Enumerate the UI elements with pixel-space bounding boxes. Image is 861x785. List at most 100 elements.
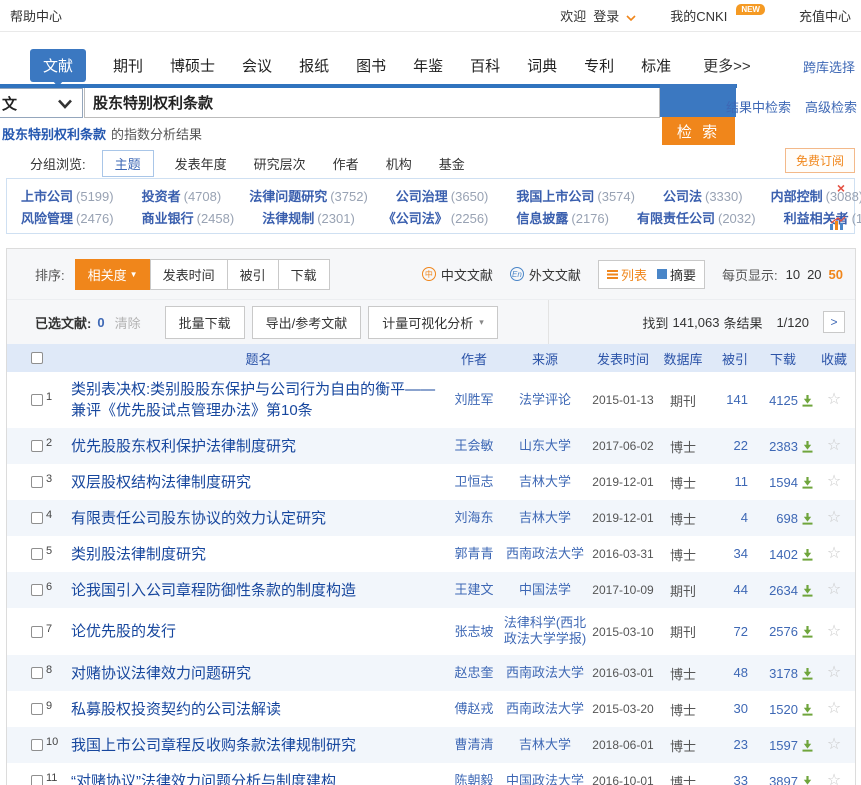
cited-count-link[interactable]: 22 <box>734 438 748 453</box>
recharge-center-link[interactable]: 充值中心 <box>799 6 851 25</box>
author-link[interactable]: 傅赵戎 <box>454 701 493 717</box>
source-link[interactable]: 西南政法大学 <box>506 665 584 681</box>
nav-tab[interactable]: 专利 <box>584 55 614 76</box>
source-link[interactable]: 山东大学 <box>519 438 571 454</box>
row-checkbox[interactable] <box>31 476 43 488</box>
author-link[interactable]: 刘海东 <box>454 510 493 526</box>
download-count-link[interactable]: 698 <box>776 511 798 526</box>
topic-tag-link[interactable]: 内部控制 <box>771 189 823 204</box>
search-button[interactable]: 检 索 <box>662 117 735 145</box>
nav-tab[interactable]: 报纸 <box>299 55 329 76</box>
row-checkbox[interactable] <box>31 512 43 524</box>
clear-selection-link[interactable]: 清除 <box>115 313 141 332</box>
nav-tab[interactable]: 会议 <box>242 55 272 76</box>
favorite-star-icon[interactable]: ☆ <box>827 736 841 753</box>
abstract-view-button[interactable]: 摘要 <box>657 265 696 284</box>
per-page-option[interactable]: 50 <box>829 267 843 282</box>
author-link[interactable]: 王会敏 <box>454 438 493 454</box>
cited-count-link[interactable]: 23 <box>734 737 748 752</box>
row-checkbox[interactable] <box>31 739 43 751</box>
cited-count-link[interactable]: 141 <box>726 392 748 407</box>
download-icon[interactable] <box>801 667 814 680</box>
result-title-link[interactable]: 私募股权投资契约的公司法解读 <box>71 699 281 720</box>
author-link[interactable]: 陈朝毅 <box>454 773 493 785</box>
source-link[interactable]: 西南政法大学 <box>506 546 584 562</box>
per-page-option[interactable]: 20 <box>807 267 821 282</box>
source-link[interactable]: 法学评论 <box>519 392 571 408</box>
author-link[interactable]: 卫恒志 <box>454 474 493 490</box>
sort-button[interactable]: 被引▼ <box>227 259 279 290</box>
author-link[interactable]: 刘胜军 <box>454 392 493 408</box>
search-field-selector[interactable]: 文 <box>0 88 83 118</box>
favorite-star-icon[interactable]: ☆ <box>827 772 841 785</box>
topic-tag-link[interactable]: 法律规制 <box>262 211 314 226</box>
nav-tab[interactable]: 博硕士 <box>170 55 215 76</box>
topic-tag-link[interactable]: 风险管理 <box>21 211 73 226</box>
favorite-star-icon[interactable]: ☆ <box>827 700 841 717</box>
download-icon[interactable] <box>801 512 814 525</box>
group-browse-item[interactable]: 发表年度 <box>175 154 227 173</box>
download-count-link[interactable]: 2634 <box>769 583 798 598</box>
source-link[interactable]: 中国法学 <box>519 582 571 598</box>
cited-count-link[interactable]: 48 <box>734 665 748 680</box>
source-link[interactable]: 吉林大学 <box>519 510 571 526</box>
row-checkbox[interactable] <box>31 703 43 715</box>
favorite-star-icon[interactable]: ☆ <box>827 545 841 562</box>
free-subscribe-button[interactable]: 免费订阅 <box>785 148 855 173</box>
row-checkbox[interactable] <box>31 440 43 452</box>
nav-tab[interactable]: 词典 <box>527 55 557 76</box>
login-link[interactable]: 登录 <box>593 6 619 25</box>
favorite-star-icon[interactable]: ☆ <box>827 664 841 681</box>
source-link[interactable]: 吉林大学 <box>519 737 571 753</box>
download-count-link[interactable]: 3897 <box>769 774 798 785</box>
cited-count-link[interactable]: 4 <box>741 510 748 525</box>
source-link[interactable]: 中国政法大学 <box>506 773 584 785</box>
search-input[interactable] <box>84 88 660 118</box>
advanced-search-link[interactable]: 高级检索 <box>805 97 857 116</box>
download-count-link[interactable]: 1597 <box>769 738 798 753</box>
download-count-link[interactable]: 2576 <box>769 624 798 639</box>
source-link[interactable]: 吉林大学 <box>519 474 571 490</box>
download-count-link[interactable]: 2383 <box>769 439 798 454</box>
batch-download-button[interactable]: 批量下载 <box>165 306 245 339</box>
cited-count-link[interactable]: 44 <box>734 582 748 597</box>
result-title-link[interactable]: 类别表决权:类别股股东保护与公司行为自由的衡平——兼评《优先股试点管理办法》第1… <box>71 379 446 421</box>
topic-tag-link[interactable]: 信息披露 <box>516 211 568 226</box>
row-checkbox[interactable] <box>31 626 43 638</box>
trend-chart-icon[interactable] <box>829 216 846 230</box>
download-count-link[interactable]: 3178 <box>769 666 798 681</box>
nav-tab[interactable]: 期刊 <box>113 55 143 76</box>
author-link[interactable]: 张志坡 <box>454 624 493 640</box>
author-link[interactable]: 曹清清 <box>454 737 493 753</box>
topic-tag-link[interactable]: 上市公司 <box>21 189 73 204</box>
row-checkbox[interactable] <box>31 667 43 679</box>
download-icon[interactable] <box>801 775 814 785</box>
download-icon[interactable] <box>801 739 814 752</box>
more-databases-link[interactable]: 更多>> <box>703 55 751 76</box>
result-title-link[interactable]: 论优先股的发行 <box>71 621 176 642</box>
result-title-link[interactable]: “对赌协议”法律效力问题分析与制度建构 <box>71 771 336 785</box>
favorite-star-icon[interactable]: ☆ <box>827 623 841 640</box>
favorite-star-icon[interactable]: ☆ <box>827 437 841 454</box>
next-page-button[interactable]: > <box>823 311 845 333</box>
result-title-link[interactable]: 对赌协议法律效力问题研究 <box>71 663 251 684</box>
download-count-link[interactable]: 1594 <box>769 475 798 490</box>
row-checkbox[interactable] <box>31 584 43 596</box>
cited-count-link[interactable]: 33 <box>734 773 748 785</box>
favorite-star-icon[interactable]: ☆ <box>827 391 841 408</box>
group-browse-item[interactable]: 基金 <box>439 154 465 173</box>
topic-tag-link[interactable]: 公司治理 <box>396 189 448 204</box>
my-cnki-link[interactable]: 我的CNKI <box>670 6 727 25</box>
download-count-link[interactable]: 4125 <box>769 393 798 408</box>
download-icon[interactable] <box>801 703 814 716</box>
cited-count-link[interactable]: 34 <box>734 546 748 561</box>
result-title-link[interactable]: 我国上市公司章程反收购条款法律规制研究 <box>71 735 356 756</box>
row-checkbox[interactable] <box>31 775 43 785</box>
download-icon[interactable] <box>801 548 814 561</box>
per-page-option[interactable]: 10 <box>786 267 800 282</box>
select-all-checkbox[interactable] <box>31 352 43 364</box>
search-in-results-link[interactable]: 结果中检索 <box>726 97 791 116</box>
result-title-link[interactable]: 论我国引入公司章程防御性条款的制度构造 <box>71 580 356 601</box>
group-browse-item[interactable]: 主题 <box>102 150 154 177</box>
sort-button[interactable]: 下载▼ <box>278 259 330 290</box>
